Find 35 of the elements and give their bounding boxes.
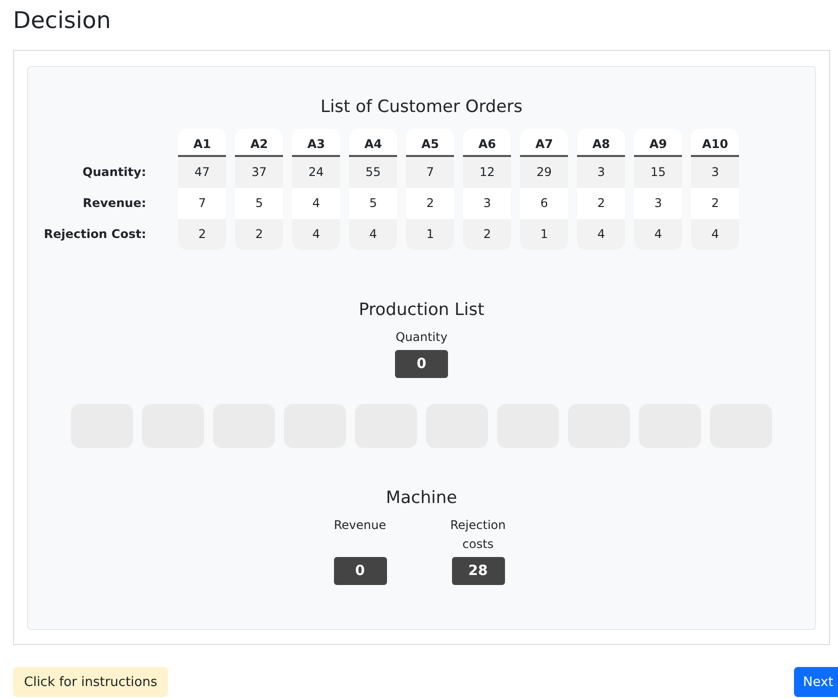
next-button[interactable]: Next	[794, 667, 838, 697]
table-cell: 2	[178, 219, 226, 250]
stat-value: 0	[334, 557, 386, 585]
row-label: Quantity:	[82, 164, 146, 181]
table-cell: 47	[178, 157, 226, 188]
stat-label: Quantity	[396, 329, 448, 346]
stat-value: 28	[452, 557, 504, 585]
table-cell: 15	[634, 157, 682, 188]
table-cell: 24	[292, 157, 340, 188]
table-cell: 12	[463, 157, 512, 188]
page-title: Decision	[12, 7, 112, 36]
table-cell: 29	[520, 157, 568, 188]
table-cell: 2	[235, 219, 284, 250]
table-cell: 4	[634, 219, 682, 250]
table-cell: 3	[691, 157, 740, 188]
table-cell: 1	[406, 219, 454, 250]
table-cell: 4	[349, 219, 398, 250]
section-title: Production List	[358, 300, 484, 320]
stat-label: Rejection costs	[449, 517, 507, 553]
section-title: Machine	[386, 488, 458, 508]
table-cell: 2	[463, 219, 512, 250]
stat-value: 0	[395, 350, 448, 378]
instructions-button[interactable]: Click for instructions	[13, 667, 168, 697]
table-cell: 4	[292, 219, 340, 250]
section-title: List of Customer Orders	[320, 97, 523, 117]
table-cell: 1	[520, 219, 568, 250]
table-cell: 4	[691, 219, 740, 250]
table-cell: 3	[577, 157, 626, 188]
row-label: Rejection Cost:	[44, 226, 146, 243]
row-label: Revenue:	[82, 195, 146, 212]
stat-label: Revenue	[332, 517, 388, 534]
table-cell: 37	[235, 157, 284, 188]
table-cell: 7	[406, 157, 454, 188]
table-cell: 4	[577, 219, 626, 250]
table-cell: 55	[349, 157, 398, 188]
